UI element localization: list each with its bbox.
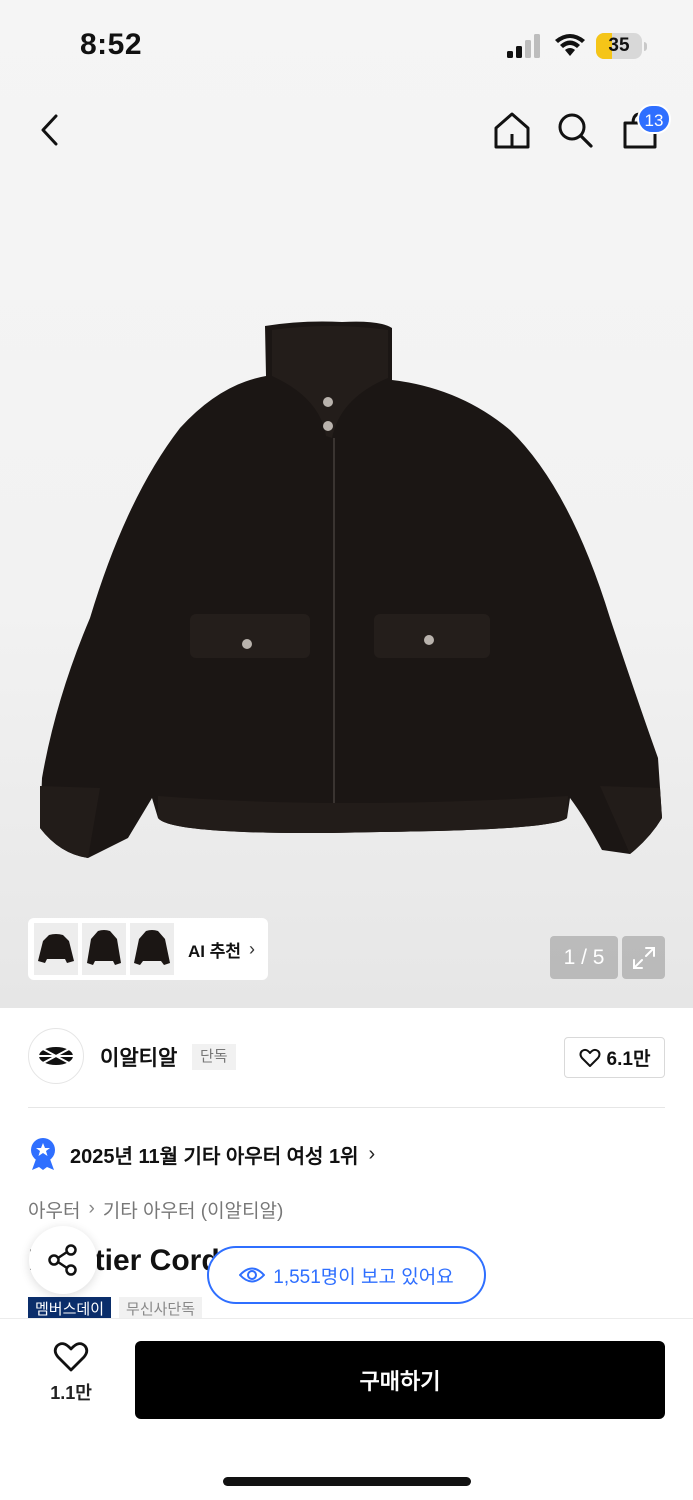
chevron-right-icon: › xyxy=(368,1142,376,1165)
expand-image-button[interactable] xyxy=(622,936,665,979)
product-gallery[interactable]: 8:52 35 13 AI 추천 › 1 / 5 xyxy=(0,0,693,1008)
battery-level: 35 xyxy=(608,35,630,56)
recommend-thumbnail[interactable] xyxy=(34,923,78,975)
breadcrumb-subcategory[interactable]: 기타 아우터 (이알티알) xyxy=(103,1196,284,1223)
wishlist-count: 1.1만 xyxy=(50,1383,92,1403)
share-icon xyxy=(48,1244,77,1276)
expand-icon xyxy=(632,946,655,969)
wifi-icon xyxy=(555,34,585,56)
home-indicator xyxy=(223,1477,471,1486)
ranking-text: 2025년 11월 기타 아우터 여성 1위 xyxy=(70,1145,359,1168)
ranking-link[interactable]: 2025년 11월 기타 아우터 여성 1위 › xyxy=(28,1136,375,1172)
brand-row: 이알티알 단독 6.1만 xyxy=(28,1028,665,1088)
chevron-left-icon xyxy=(41,114,58,146)
search-icon xyxy=(558,113,593,148)
brand-logo[interactable] xyxy=(28,1028,84,1084)
eye-icon xyxy=(239,1267,266,1283)
search-button[interactable] xyxy=(549,104,601,156)
breadcrumb: 아우터 › 기타 아우터 (이알티알) xyxy=(28,1194,283,1224)
brand-name[interactable]: 이알티알 xyxy=(100,1042,177,1072)
recommend-thumbnail[interactable] xyxy=(130,923,174,975)
share-button[interactable] xyxy=(29,1226,97,1294)
buy-button[interactable]: 구매하기 xyxy=(135,1341,665,1419)
home-icon xyxy=(494,112,530,149)
status-time: 8:52 xyxy=(80,28,143,61)
product-image[interactable] xyxy=(40,318,664,858)
brand-like-count: 6.1만 xyxy=(606,1049,651,1070)
back-button[interactable] xyxy=(24,104,76,156)
viewers-count-pill: 1,551명이 보고 있어요 xyxy=(207,1246,486,1304)
ai-recommend-label: AI 추천 xyxy=(188,941,242,961)
viewers-text: 1,551명이 보고 있어요 xyxy=(273,1266,454,1288)
chevron-right-icon: › xyxy=(249,938,256,959)
exclusive-badge: 단독 xyxy=(192,1044,236,1070)
image-page-counter: 1 / 5 xyxy=(550,936,618,979)
home-button[interactable] xyxy=(486,104,538,156)
divider xyxy=(28,1107,665,1108)
brand-logo-icon xyxy=(39,1047,73,1065)
bottom-action-bar: 1.1만 구매하기 xyxy=(0,1318,693,1500)
heart-icon xyxy=(53,1342,89,1372)
heart-icon xyxy=(579,1048,601,1067)
top-navigation xyxy=(0,96,693,166)
brand-like-button[interactable]: 6.1만 xyxy=(564,1037,665,1078)
status-bar: 8:52 35 xyxy=(0,0,693,92)
recommend-thumbnail[interactable] xyxy=(82,923,126,975)
ranking-medal-icon xyxy=(31,1138,55,1170)
ai-recommend-strip[interactable]: AI 추천 › xyxy=(28,918,268,980)
wishlist-button[interactable]: 1.1만 xyxy=(36,1341,106,1411)
chevron-right-icon: › xyxy=(88,1198,95,1219)
cart-count-badge: 13 xyxy=(637,104,671,134)
battery-indicator: 35 xyxy=(596,33,648,59)
breadcrumb-category[interactable]: 아우터 xyxy=(28,1196,80,1223)
cellular-signal-icon xyxy=(507,34,540,58)
